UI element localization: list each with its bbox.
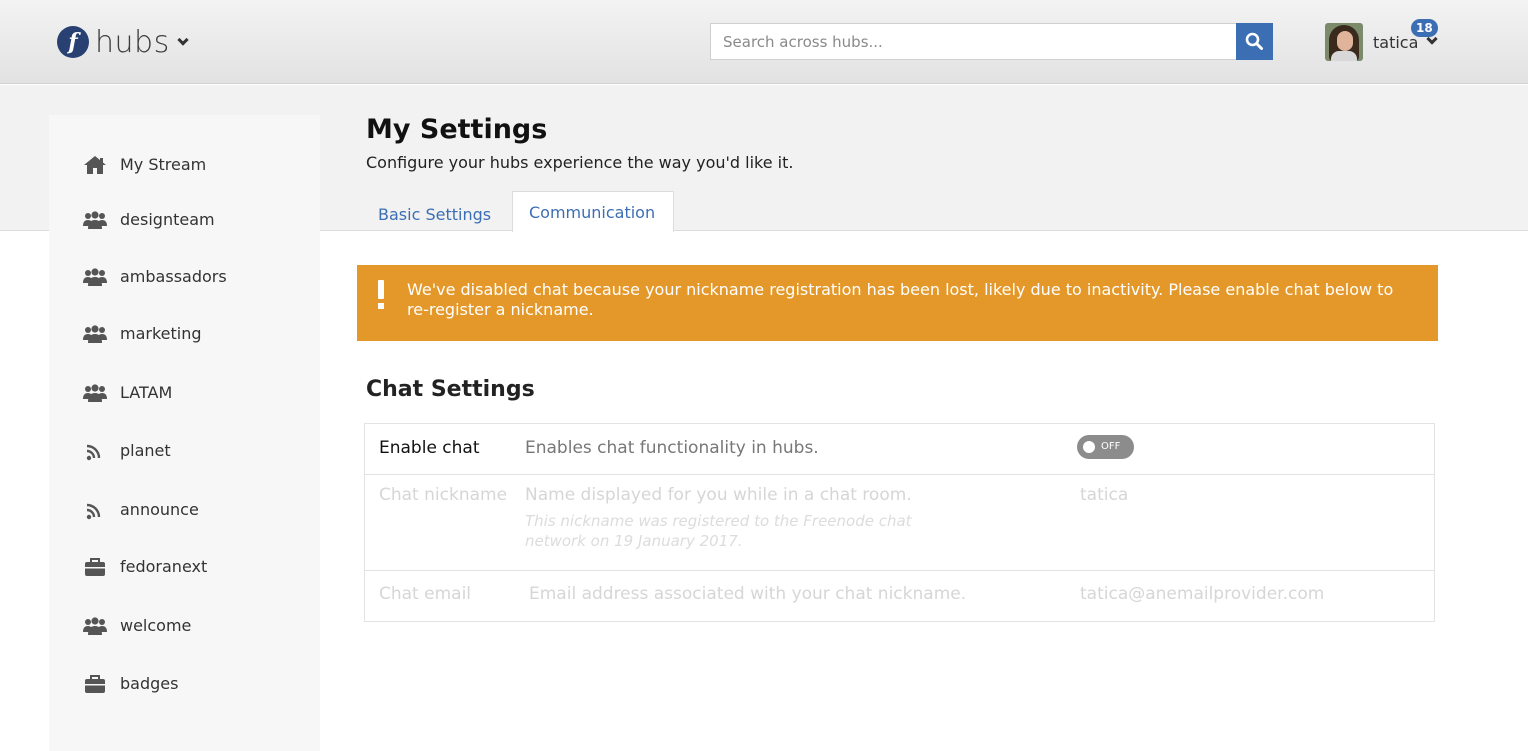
sidebar-item-ambassadors[interactable]: ambassadors — [49, 260, 320, 294]
sidebar: My Stream designteam ambassadors marketi… — [49, 115, 320, 751]
sidebar-item-fedoranext[interactable]: fedoranext — [49, 550, 320, 584]
home-icon — [84, 156, 106, 174]
sidebar-item-designteam[interactable]: designteam — [49, 203, 320, 237]
rss-icon — [86, 503, 101, 520]
setting-row-chat-email: Chat email Email address associated with… — [365, 571, 1434, 621]
toggle-knob — [1083, 441, 1095, 453]
alert-message: We've disabled chat because your nicknam… — [407, 280, 1394, 319]
sidebar-item-welcome[interactable]: welcome — [49, 609, 320, 643]
setting-description: Enables chat functionality in hubs. — [525, 438, 819, 458]
sidebar-item-label: fedoranext — [120, 557, 208, 576]
search-input[interactable] — [710, 23, 1236, 60]
sidebar-item-label: ambassadors — [120, 267, 227, 286]
sidebar-item-badges[interactable]: badges — [49, 667, 320, 701]
group-icon — [83, 268, 107, 286]
setting-row-enable-chat: Enable chat Enables chat functionality i… — [365, 424, 1434, 475]
brand-name: hubs — [95, 24, 170, 60]
sidebar-item-label: welcome — [120, 616, 192, 635]
sidebar-item-latam[interactable]: LATAM — [49, 376, 320, 410]
setting-description: Email address associated with your chat … — [529, 584, 967, 604]
setting-name: Enable chat — [379, 438, 480, 458]
setting-name: Chat nickname — [379, 485, 508, 505]
search-bar — [710, 23, 1273, 60]
toggle-state-label: OFF — [1101, 441, 1121, 452]
page-title: My Settings — [366, 114, 548, 145]
setting-description: Name displayed for you while in a chat r… — [525, 485, 912, 505]
sidebar-item-announce[interactable]: announce — [49, 493, 320, 527]
rss-icon — [86, 444, 101, 461]
chat-settings-table: Enable chat Enables chat functionality i… — [364, 423, 1435, 622]
group-icon — [83, 211, 107, 229]
group-icon — [83, 384, 107, 402]
sidebar-item-label: announce — [120, 500, 199, 519]
user-name: tatica — [1373, 32, 1419, 52]
setting-note: This nickname was registered to the Free… — [525, 512, 912, 550]
avatar — [1325, 23, 1363, 61]
sidebar-item-label: LATAM — [120, 383, 173, 402]
search-icon — [1245, 32, 1263, 50]
sidebar-item-label: designteam — [120, 210, 215, 229]
search-button[interactable] — [1236, 23, 1273, 60]
exclamation-icon — [377, 280, 385, 310]
sidebar-item-marketing[interactable]: marketing — [49, 317, 320, 351]
chat-email-value: tatica@anemailprovider.com — [1080, 584, 1325, 604]
section-title-chat-settings: Chat Settings — [366, 377, 535, 402]
fedora-logo-icon: f — [57, 26, 89, 58]
sidebar-item-planet[interactable]: planet — [49, 434, 320, 468]
sidebar-item-my-stream[interactable]: My Stream — [49, 148, 320, 182]
group-icon — [83, 325, 107, 343]
chat-nickname-value: tatica — [1080, 485, 1129, 505]
setting-name: Chat email — [379, 584, 472, 604]
sidebar-item-label: My Stream — [120, 155, 207, 174]
page-subtitle: Configure your hubs experience the way y… — [366, 153, 794, 172]
tab-communication[interactable]: Communication — [512, 191, 674, 232]
brand-menu[interactable]: f hubs — [57, 24, 189, 60]
briefcase-icon — [85, 675, 105, 693]
sidebar-item-label: planet — [120, 441, 171, 460]
user-menu[interactable]: tatica 18 — [1325, 19, 1439, 62]
setting-row-chat-nickname: Chat nickname Name displayed for you whi… — [365, 475, 1434, 571]
enable-chat-toggle[interactable]: OFF — [1077, 435, 1134, 459]
group-icon — [83, 617, 107, 635]
chevron-down-icon — [177, 34, 189, 46]
warning-alert: We've disabled chat because your nicknam… — [357, 265, 1438, 341]
notification-badge[interactable]: 18 — [1411, 19, 1438, 37]
sidebar-item-label: badges — [120, 674, 179, 693]
sidebar-item-label: marketing — [120, 324, 202, 343]
briefcase-icon — [85, 558, 105, 576]
tab-basic-settings[interactable]: Basic Settings — [366, 194, 496, 235]
top-bar: f hubs tatica 18 — [0, 0, 1528, 84]
